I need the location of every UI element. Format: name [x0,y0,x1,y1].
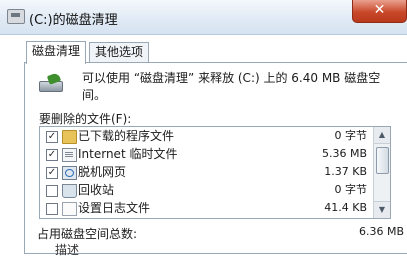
list-item[interactable]: 设置日志文件 41.4 KB [40,199,373,217]
file-checkbox[interactable] [46,185,58,197]
total-space-value: 6.36 MB [359,225,405,238]
file-checkbox[interactable]: ✓ [46,131,58,143]
list-item[interactable]: ✓ Internet 临时文件 5.36 MB [40,145,373,163]
cleanup-drive-icon [39,72,63,92]
file-name: 已下载的程序文件 [78,129,175,143]
drive-icon [7,9,25,24]
file-checkbox[interactable]: ✓ [46,167,58,179]
file-size: 0 字节 [334,129,368,142]
log-file-icon [62,202,77,216]
list-scrollbar[interactable]: ▲ ▼ [373,127,390,218]
cleanup-description: 可以使用 “磁盘清理” 来释放 (C:) 上的 6.40 MB 磁盘空间。 [82,71,381,102]
title-bar: (C:)的磁盘清理 ✕ [0,0,407,35]
list-item[interactable]: ✓ 脱机网页 1.37 KB [40,163,373,181]
file-name: 脱机网页 [78,165,127,179]
web-page-icon [62,166,77,180]
scroll-thumb[interactable] [376,147,389,174]
files-to-delete-list[interactable]: ✓ 已下载的程序文件 0 字节 ✓ Internet 临时文件 5.36 MB … [39,126,391,219]
scroll-up-icon[interactable]: ▲ [374,127,390,144]
file-size: 0 字节 [334,183,368,196]
list-item[interactable]: 回收站 0 字节 [40,181,373,199]
file-size: 41.4 KB [324,201,367,214]
files-to-delete-label: 要删除的文件(F): [39,112,132,126]
scroll-down-icon[interactable]: ▼ [374,201,390,218]
file-name: 设置日志文件 [78,201,151,215]
file-name: Internet 临时文件 [78,147,178,161]
window-title: (C:)的磁盘清理 [29,13,118,28]
document-icon [62,148,77,162]
list-item[interactable]: ✓ 已下载的程序文件 0 字节 [40,127,373,145]
file-name: 回收站 [78,183,115,197]
tab-more-options[interactable]: 其他选项 [89,42,150,63]
folder-icon [62,130,77,144]
tab-disk-cleanup[interactable]: 磁盘清理 [26,41,87,64]
file-size: 1.37 KB [324,165,367,178]
recycle-bin-icon [62,184,77,198]
file-size: 5.36 MB [321,147,367,160]
close-button[interactable]: ✕ [352,0,407,23]
file-checkbox[interactable] [46,203,58,215]
total-space-label: 占用磁盘空间总数: [37,227,138,241]
disk-cleanup-panel: 可以使用 “磁盘清理” 来释放 (C:) 上的 6.40 MB 磁盘空间。 要删… [24,62,407,257]
file-checkbox[interactable]: ✓ [46,149,58,161]
